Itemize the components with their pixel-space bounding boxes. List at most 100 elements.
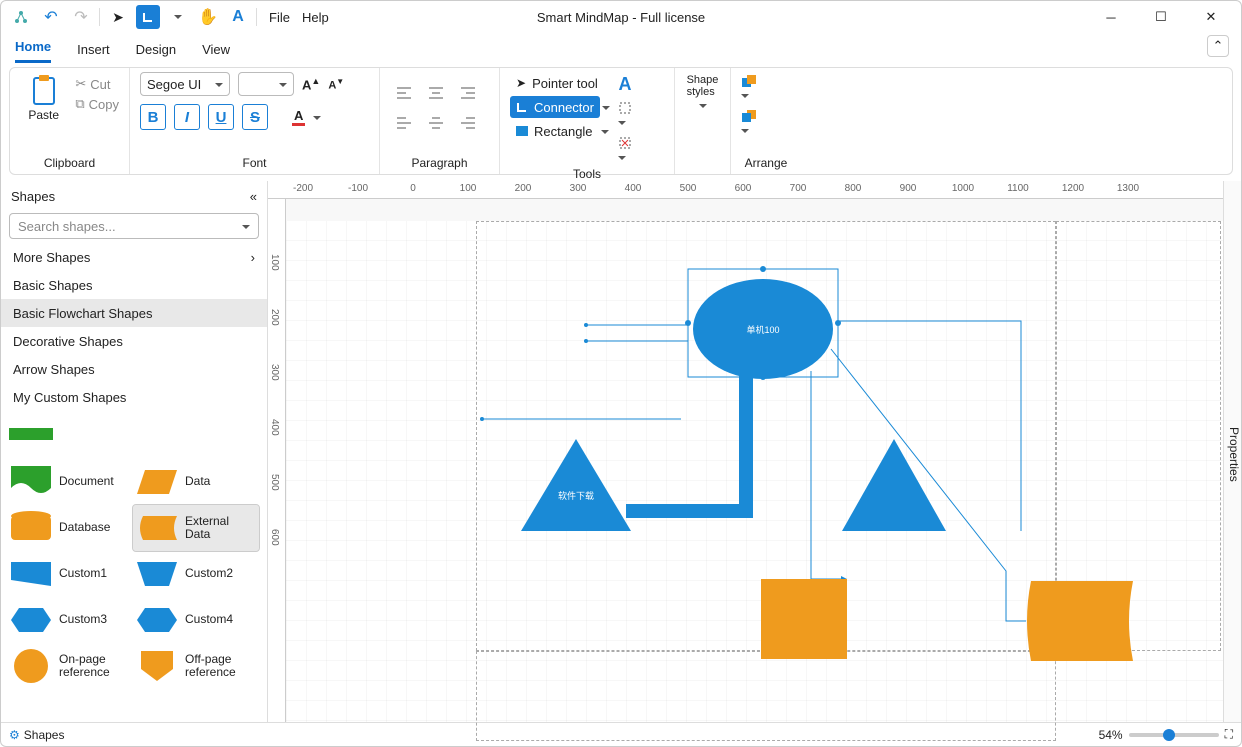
undo-button[interactable]: ↶ xyxy=(39,5,63,29)
category-flowchart-shapes[interactable]: Basic Flowchart Shapes xyxy=(1,299,267,327)
menu-help[interactable]: Help xyxy=(302,10,329,25)
font-color-button[interactable]: A xyxy=(292,108,305,126)
group-font: Segoe UI A▲ A▼ B I U S A Font xyxy=(130,68,380,174)
app-icon xyxy=(9,5,33,29)
bold-button[interactable]: B xyxy=(140,104,166,130)
align-bottom-right-button[interactable] xyxy=(460,116,484,140)
align-bottom-center-button[interactable] xyxy=(428,116,452,140)
font-grow-button[interactable]: A▲ xyxy=(302,76,320,92)
font-color-dropdown[interactable] xyxy=(313,110,321,125)
shape-item-green2[interactable] xyxy=(133,413,259,459)
align-bottom-left-button[interactable] xyxy=(396,116,420,140)
tab-home[interactable]: Home xyxy=(15,39,51,63)
menu-file[interactable]: File xyxy=(269,10,290,25)
shape-item-document[interactable]: Document xyxy=(7,459,133,505)
align-top-left-button[interactable] xyxy=(396,86,420,110)
ruler-tick: 0 xyxy=(410,183,416,194)
canvas[interactable]: 单机100 xyxy=(286,221,1223,722)
shape-item-database[interactable]: Database xyxy=(7,505,133,551)
bring-front-button[interactable] xyxy=(741,74,757,103)
group-clipboard: Paste ✂ Cut ⧉ Copy Clipboard xyxy=(10,68,130,174)
group-paragraph: Paragraph xyxy=(380,68,500,174)
ruler-tick: 1200 xyxy=(1062,183,1084,194)
font-shrink-button[interactable]: A▼ xyxy=(328,77,344,92)
minimize-button[interactable]: ─ xyxy=(1089,1,1133,33)
ribbon: Paste ✂ Cut ⧉ Copy Clipboard Segoe UI A▲… xyxy=(9,67,1233,175)
category-more-shapes[interactable]: More Shapes› xyxy=(1,243,267,271)
pan-qat-button[interactable]: ✋ xyxy=(196,5,220,29)
shape-item-custom3[interactable]: Custom3 xyxy=(7,597,133,643)
rectangle-tool-dropdown[interactable] xyxy=(601,124,609,139)
connector-tool-button[interactable]: Connector xyxy=(510,96,600,118)
copy-button[interactable]: ⧉ Copy xyxy=(75,96,119,112)
shape-item-custom4[interactable]: Custom4 xyxy=(133,597,259,643)
horizontal-ruler: -200-10001002003004005006007008009001000… xyxy=(268,181,1223,199)
group-paragraph-label: Paragraph xyxy=(390,154,489,174)
tab-view[interactable]: View xyxy=(202,42,230,63)
pointer-qat-button[interactable]: ➤ xyxy=(106,5,130,29)
rectangle-tool-button[interactable]: Rectangle xyxy=(510,120,599,142)
category-custom-shapes[interactable]: My Custom Shapes xyxy=(1,383,267,411)
work-area: Shapes « Search shapes... More Shapes› B… xyxy=(1,181,1241,722)
node-root-label: 单机100 xyxy=(746,324,779,335)
tab-insert[interactable]: Insert xyxy=(77,42,110,63)
delete-tool-button[interactable] xyxy=(618,136,632,165)
tab-design[interactable]: Design xyxy=(136,42,176,63)
shape-item-green1[interactable] xyxy=(7,413,133,459)
title-bar: ↶ ↷ ➤ ✋ A File Help Smart MindMap - Full… xyxy=(1,1,1241,33)
pointer-tool-button[interactable]: ➤Pointer tool xyxy=(510,72,610,94)
category-arrow-shapes[interactable]: Arrow Shapes xyxy=(1,355,267,383)
connector-qat-button[interactable] xyxy=(136,5,160,29)
paste-label: Paste xyxy=(28,108,59,122)
category-basic-shapes[interactable]: Basic Shapes xyxy=(1,271,267,299)
collapse-panel-button[interactable]: « xyxy=(250,189,257,204)
shape-styles-button[interactable]: Shape styles xyxy=(685,72,720,113)
shapes-panel: Shapes « Search shapes... More Shapes› B… xyxy=(1,181,268,722)
connector-thick xyxy=(626,371,746,511)
collapse-ribbon-button[interactable]: ⌃ xyxy=(1207,35,1229,57)
shape-item-offpage-reference[interactable]: Off-page reference xyxy=(133,643,259,689)
maximize-button[interactable]: ☐ xyxy=(1139,1,1183,33)
connector-qat-dropdown[interactable] xyxy=(166,5,190,29)
ruler-tick: 800 xyxy=(845,183,862,194)
align-top-center-button[interactable] xyxy=(428,86,452,110)
group-arrange-label: Arrange xyxy=(741,154,791,174)
strikethrough-button[interactable]: S xyxy=(242,104,268,130)
category-decorative-shapes[interactable]: Decorative Shapes xyxy=(1,327,267,355)
underline-button[interactable]: U xyxy=(208,104,234,130)
italic-button[interactable]: I xyxy=(174,104,200,130)
connector-tool-dropdown[interactable] xyxy=(602,100,610,115)
align-top-right-button[interactable] xyxy=(460,86,484,110)
close-button[interactable]: ✕ xyxy=(1189,1,1233,33)
shapes-panel-title: Shapes xyxy=(11,189,55,204)
gear-icon[interactable]: ⚙ xyxy=(9,728,20,742)
ruler-tick: 300 xyxy=(570,183,587,194)
text-qat-button[interactable]: A xyxy=(226,5,250,29)
shape-item-custom2[interactable]: Custom2 xyxy=(133,551,259,597)
shape-item-external-data[interactable]: External Data xyxy=(133,505,259,551)
node-triangle-right xyxy=(842,439,946,531)
status-shapes-button[interactable]: Shapes xyxy=(24,728,65,742)
ruler-tick: 500 xyxy=(680,183,697,194)
window-controls: ─ ☐ ✕ xyxy=(1089,1,1233,33)
ruler-tick: 1000 xyxy=(952,183,974,194)
paste-button[interactable]: Paste xyxy=(20,72,67,122)
ruler-tick: 100 xyxy=(460,183,477,194)
font-family-combo[interactable]: Segoe UI xyxy=(140,72,230,96)
shape-item-custom1[interactable]: Custom1 xyxy=(7,551,133,597)
shape-item-data[interactable]: Data xyxy=(133,459,259,505)
zoom-slider[interactable] xyxy=(1129,733,1219,737)
text-tool-button[interactable]: A xyxy=(618,74,631,95)
window-title: Smart MindMap - Full license xyxy=(537,10,705,25)
crop-tool-button[interactable] xyxy=(618,101,632,130)
vertical-ruler: 100200300400500600 xyxy=(268,199,286,722)
shape-item-onpage-reference[interactable]: On-page reference xyxy=(7,643,133,689)
diagram-svg: 单机100 xyxy=(286,221,1242,741)
shapes-search-input[interactable]: Search shapes... xyxy=(9,213,259,239)
font-size-combo[interactable] xyxy=(238,72,294,96)
ruler-tick: 300 xyxy=(269,364,280,381)
redo-button[interactable]: ↷ xyxy=(69,5,93,29)
send-back-button[interactable] xyxy=(741,109,757,138)
cut-button[interactable]: ✂ Cut xyxy=(75,76,119,92)
ruler-tick: 400 xyxy=(269,419,280,436)
